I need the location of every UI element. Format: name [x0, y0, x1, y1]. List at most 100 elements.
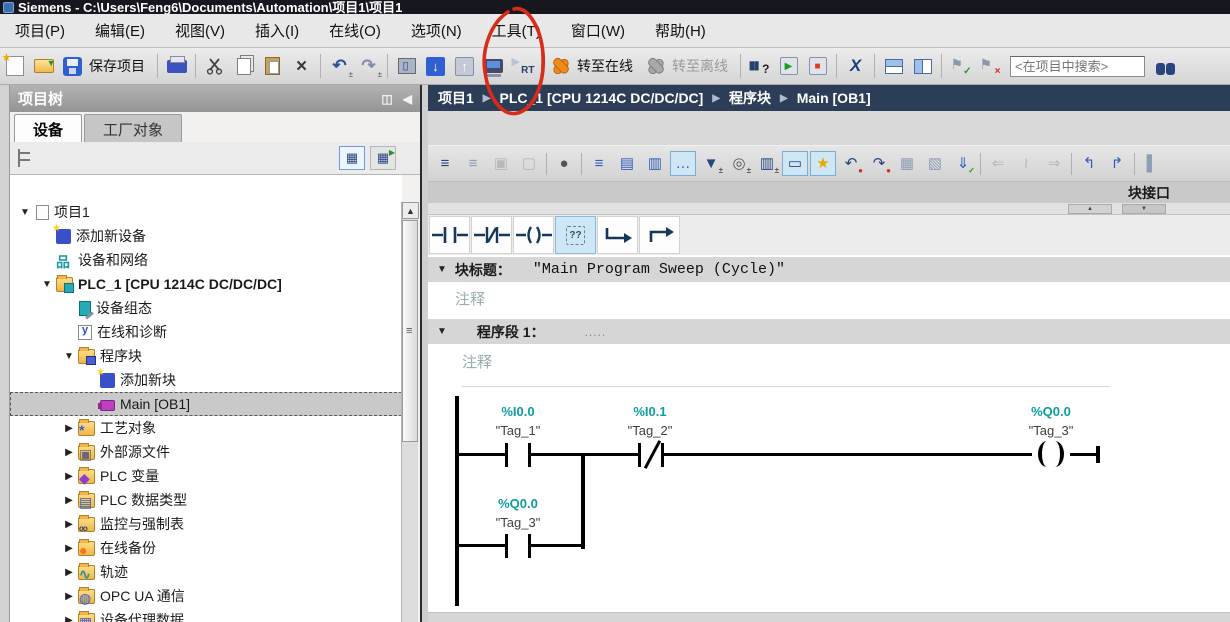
cut-button[interactable]	[201, 53, 228, 80]
collapse-all-networks-icon[interactable]: ▥	[642, 151, 668, 176]
paste-button[interactable]	[259, 53, 286, 80]
output-coil[interactable]	[1032, 441, 1070, 469]
insert-network-icon[interactable]: ≡	[432, 151, 458, 176]
nc-contact-button[interactable]	[471, 216, 512, 254]
download-to-device-button[interactable]: ↓	[422, 53, 449, 80]
delete-button[interactable]: ×	[288, 53, 315, 80]
expander-icon[interactable]	[60, 351, 78, 362]
save-project-label[interactable]: 保存项目	[87, 56, 153, 76]
redo-status-icon[interactable]: ↷ ●	[866, 151, 892, 176]
contact2-nc-contact[interactable]	[638, 443, 664, 467]
tree-item-plc1[interactable]: PLC_1 [CPU 1214C DC/DC/DC]	[10, 272, 402, 296]
jump-label-icon[interactable]: ≀	[1013, 151, 1039, 176]
menu-insert[interactable]: 插入(I)	[240, 14, 314, 47]
block-interface-bar[interactable]: 块接口	[428, 182, 1230, 203]
tree-item-add-new-device[interactable]: 添加新设备	[10, 224, 402, 248]
tree-item-project1[interactable]: 项目1	[10, 200, 402, 224]
open-element-button[interactable]: ▦	[370, 146, 396, 170]
tree-item-external-sources[interactable]: 外部源文件	[10, 440, 402, 464]
absolute-operands-icon[interactable]: ●	[551, 151, 577, 176]
split-editor-vertical-button[interactable]	[909, 53, 936, 80]
show-operand-info-icon[interactable]: ▥ ±	[754, 151, 780, 176]
redo-dropdown-icon[interactable]: ±	[378, 70, 382, 79]
start-simulation-button[interactable]	[480, 53, 507, 80]
show-marks-button[interactable]: ✓	[947, 53, 974, 80]
save-project-button[interactable]	[59, 53, 86, 80]
coil-address[interactable]: %Q0.0	[1006, 404, 1096, 419]
delete-row-icon[interactable]: ▢	[516, 151, 542, 176]
new-project-button[interactable]	[1, 53, 28, 80]
previous-bookmark-icon[interactable]: ↰	[1076, 151, 1102, 176]
tree-item-device-proxy-data[interactable]: 设备代理数据	[10, 608, 402, 622]
branch-contact-address[interactable]: %Q0.0	[473, 496, 563, 511]
expand-all-networks-icon[interactable]: ▤	[614, 151, 640, 176]
expander-icon[interactable]	[60, 543, 78, 554]
menu-tools[interactable]: 工具(T)	[477, 14, 556, 47]
contact2-name[interactable]: "Tag_2"	[605, 423, 695, 438]
scroll-up-icon[interactable]: ▲	[402, 202, 419, 219]
tree-item-watch-force-tables[interactable]: 监控与强制表	[10, 512, 402, 536]
splitter-expand-icon[interactable]: ▲	[1068, 204, 1112, 214]
next-bookmark-icon[interactable]: ↱	[1104, 151, 1130, 176]
block-interface-toggle-icon[interactable]: ▭	[782, 151, 808, 176]
clear-marks-button[interactable]: ×	[976, 53, 1003, 80]
search-input[interactable]	[1010, 56, 1145, 77]
tree-item-online-backups[interactable]: 在线备份	[10, 536, 402, 560]
menu-window[interactable]: 窗口(W)	[556, 14, 640, 47]
tree-item-plc-tags[interactable]: PLC 变量	[10, 464, 402, 488]
tree-item-online-diagnostics[interactable]: 在线和诊断	[10, 320, 402, 344]
expander-icon[interactable]	[16, 207, 34, 218]
network1-header[interactable]: ▼ 程序段 1： .....	[428, 319, 1230, 344]
show-symbol-info-icon[interactable]: ◎ ±	[726, 151, 752, 176]
block-title-bar[interactable]: ▼ 块标题： "Main Program Sweep (Cycle)"	[428, 257, 1230, 282]
goto-previous-icon[interactable]: ⇐	[985, 151, 1011, 176]
load-configuration-button[interactable]	[393, 53, 420, 80]
collapse-panel-icon[interactable]: ◀	[403, 92, 412, 106]
split-editor-horizontal-button[interactable]	[880, 53, 907, 80]
download-block-icon[interactable]: ▦	[894, 151, 920, 176]
redo-button[interactable]: ↷±	[355, 53, 382, 80]
tree-item-tech-objects[interactable]: 工艺对象	[10, 416, 402, 440]
menu-edit[interactable]: 编辑(E)	[80, 14, 160, 47]
menu-help[interactable]: 帮助(H)	[640, 14, 721, 47]
go-offline-label[interactable]: 转至离线	[670, 56, 736, 76]
branch-no-contact[interactable]	[505, 534, 531, 558]
go-online-label[interactable]: 转至在线	[575, 56, 641, 76]
close-branch-button[interactable]	[639, 216, 680, 254]
network1-title-placeholder[interactable]: .....	[585, 325, 607, 339]
crumb-project1[interactable]: 项目1 ▶	[438, 88, 500, 108]
coil-name[interactable]: "Tag_3"	[1006, 423, 1096, 438]
expander-icon[interactable]	[60, 615, 78, 622]
menu-options[interactable]: 选项(N)	[396, 14, 477, 47]
tree-item-opc-ua[interactable]: OPC UA 通信	[10, 584, 402, 608]
details-view-button[interactable]: ▦	[339, 146, 365, 170]
network-list-icon[interactable]: ≡	[586, 151, 612, 176]
cross-references-button[interactable]: X	[842, 53, 869, 80]
expander-icon[interactable]	[60, 447, 78, 458]
search-project-button[interactable]	[1152, 53, 1179, 80]
delete-network-icon[interactable]: ≡	[460, 151, 486, 176]
undo-button[interactable]: ↶±	[326, 53, 353, 80]
expander-icon[interactable]	[60, 495, 78, 506]
empty-box-button[interactable]: ??	[555, 216, 596, 254]
undo-dropdown-icon[interactable]: ±	[349, 70, 353, 79]
pin-panel-icon[interactable]: ◫	[381, 92, 392, 106]
toggle-network-comments-icon[interactable]: …	[670, 151, 696, 176]
tree-item-traces[interactable]: 轨迹	[10, 560, 402, 584]
splitter-collapse-icon[interactable]: ▼	[1122, 204, 1166, 214]
stop-cpu-button[interactable]: ■	[804, 53, 831, 80]
no-contact-button[interactable]	[429, 216, 470, 254]
start-cpu-button[interactable]: ▶	[775, 53, 802, 80]
copy-button[interactable]	[230, 53, 257, 80]
tree-item-plc-data-types[interactable]: PLC 数据类型	[10, 488, 402, 512]
branch-contact-name[interactable]: "Tag_3"	[473, 515, 563, 530]
block-comment-placeholder[interactable]: 注释	[455, 288, 485, 309]
tree-scrollbar[interactable]: ▲ ≡	[401, 202, 418, 622]
tree-item-devices-networks[interactable]: 设备和网络	[10, 248, 402, 272]
tree-item-device-config[interactable]: 设备组态	[10, 296, 402, 320]
menu-project[interactable]: 项目(P)	[0, 14, 80, 47]
block-title-value[interactable]: "Main Program Sweep (Cycle)"	[533, 261, 785, 278]
print-button[interactable]	[163, 53, 190, 80]
tab-devices[interactable]: 设备	[14, 114, 82, 142]
network1-comment-placeholder[interactable]: 注释	[462, 351, 1110, 387]
